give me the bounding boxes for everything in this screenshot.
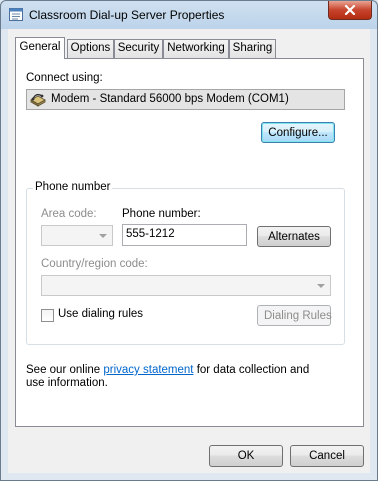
tab-general[interactable]: General [15,37,65,59]
privacy-statement-link[interactable]: privacy statement [103,364,193,376]
alternates-button[interactable]: Alternates [257,226,331,247]
phone-number-group: Phone number Area code: Phone number: 55… [26,181,345,345]
tab-networking[interactable]: Networking [163,39,229,58]
network-connection-icon [9,8,23,21]
phone-number-group-title: Phone number [33,181,113,193]
cancel-button[interactable]: Cancel [290,445,364,467]
title-bar[interactable]: Classroom Dial-up Server Properties [1,1,377,29]
connect-using-label: Connect using: [26,72,103,84]
dialog-window: Classroom Dial-up Server Properties Gene… [0,0,378,481]
configure-button[interactable]: Configure... [261,122,335,143]
use-dialing-rules-label[interactable]: Use dialing rules [58,308,143,320]
area-code-label: Area code: [41,208,97,220]
tab-security[interactable]: Security [114,39,163,58]
dialing-rules-button[interactable]: Dialing Rules [257,305,332,326]
modem-icon [30,92,46,110]
close-button[interactable] [328,1,372,20]
use-dialing-rules-checkbox[interactable] [41,309,54,322]
phone-number-input[interactable]: 555-1212 [122,224,247,246]
close-icon [344,5,356,15]
tab-sharing[interactable]: Sharing [229,39,276,58]
chevron-down-icon [99,234,107,238]
country-region-label: Country/region code: [41,258,148,270]
device-name: Modem - Standard 56000 bps Modem (COM1) [51,93,289,105]
device-list[interactable]: Modem - Standard 56000 bps Modem (COM1) [26,89,345,110]
chevron-down-icon [317,284,325,288]
ok-button[interactable]: OK [209,445,283,467]
country-region-combo[interactable] [41,275,331,296]
phone-number-label: Phone number: [122,208,201,220]
privacy-info-text: See our online privacy statement for dat… [26,364,326,390]
dialog-client-area: General Options Security Networking Shar… [8,29,370,473]
window-title: Classroom Dial-up Server Properties [29,8,225,22]
privacy-info-prefix: See our online [26,364,104,376]
general-tab-panel: Connect using: Modem - Standard 56000 bp… [15,58,364,427]
tab-options[interactable]: Options [67,39,114,58]
area-code-combo[interactable] [41,225,113,246]
